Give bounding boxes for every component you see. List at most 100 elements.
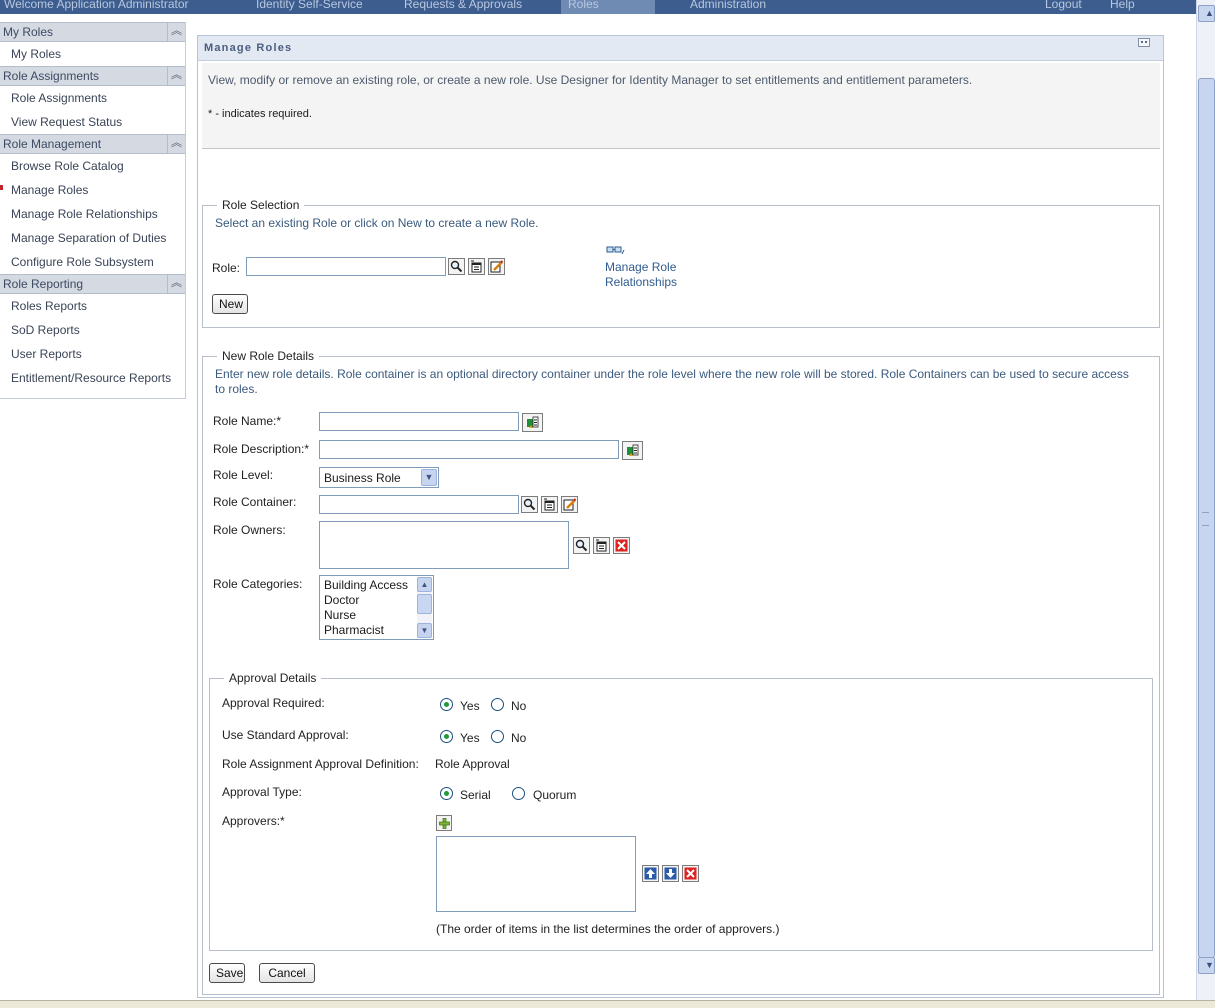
localize-icon: [627, 444, 639, 456]
page-vertical-scrollbar[interactable]: ▲ ▼: [1196, 0, 1215, 1000]
role-owners-label: Role Owners:: [213, 523, 286, 537]
collapse-icon[interactable]: ︽: [167, 22, 185, 42]
approval-required-no-label: No: [511, 699, 527, 713]
arrow-down-icon: [664, 867, 677, 880]
tab-administration[interactable]: Administration: [690, 0, 766, 11]
role-name-localize-button[interactable]: [522, 413, 543, 432]
tab-roles[interactable]: Roles: [568, 0, 599, 11]
approval-required-no-radio[interactable]: [491, 698, 504, 711]
logout-link[interactable]: Logout: [1045, 0, 1082, 11]
new-button[interactable]: New: [212, 294, 248, 314]
remove-approver-button[interactable]: [682, 865, 699, 882]
sidebar-item-entitlement-resource-reports[interactable]: Entitlement/Resource Reports: [0, 366, 185, 390]
scroll-down-button[interactable]: ▼: [1198, 957, 1215, 974]
owners-remove-button[interactable]: [613, 537, 630, 554]
role-history-button[interactable]: [468, 258, 485, 275]
nav-section-role-assignments[interactable]: Role Assignments ︽: [0, 66, 185, 86]
portlet-title-bar: Manage Roles: [198, 36, 1163, 61]
magnifier-icon: [523, 498, 536, 511]
role-level-label: Role Level:: [213, 468, 274, 482]
sidebar-item-sod-reports[interactable]: SoD Reports: [0, 318, 185, 342]
sidebar-item-manage-separation-of-duties[interactable]: Manage Separation of Duties: [0, 226, 185, 250]
sidebar-item-manage-roles[interactable]: Manage Roles: [0, 178, 185, 202]
tab-requests-approvals[interactable]: Requests & Approvals: [404, 0, 522, 11]
magnifier-icon: [450, 260, 463, 273]
approval-required-yes-radio[interactable]: [440, 698, 453, 711]
approval-type-serial-label: Serial: [460, 788, 491, 802]
scroll-up-button[interactable]: ▲: [1198, 5, 1215, 22]
nav-section-role-management[interactable]: Role Management ︽: [0, 134, 185, 154]
top-navigation-bar: Welcome Application Administrator Identi…: [0, 0, 1196, 14]
new-role-details-legend: New Role Details: [217, 349, 320, 363]
nav-section-my-roles[interactable]: My Roles ︽: [0, 22, 185, 42]
portlet-menu-icon[interactable]: [1138, 38, 1150, 47]
arrow-up-icon: [644, 867, 657, 880]
container-history-button[interactable]: [541, 496, 558, 513]
manage-role-relationships-link[interactable]: Manage Role Relationships: [605, 260, 677, 290]
link-line-2: Relationships: [605, 275, 678, 289]
role-description-localize-button[interactable]: [622, 441, 643, 460]
role-description-input[interactable]: [319, 440, 619, 459]
edit-pencil-icon: [490, 260, 503, 273]
nav-section-title: Role Assignments: [3, 69, 100, 83]
nav-section-role-reporting[interactable]: Role Reporting ︽: [0, 274, 185, 294]
collapse-icon[interactable]: ︽: [167, 274, 185, 294]
sidebar-item-user-reports[interactable]: User Reports: [0, 342, 185, 366]
role-container-input[interactable]: [319, 495, 519, 514]
left-navigation: My Roles ︽ My Roles Role Assignments ︽ R…: [0, 22, 186, 399]
cancel-button[interactable]: Cancel: [259, 963, 315, 983]
standard-approval-no-radio[interactable]: [491, 730, 504, 743]
sidebar-item-browse-role-catalog[interactable]: Browse Role Catalog: [0, 154, 185, 178]
sidebar-item-configure-role-subsystem[interactable]: Configure Role Subsystem: [0, 250, 185, 274]
intro-panel: View, modify or remove an existing role,…: [202, 63, 1160, 149]
new-role-hint: Enter new role details. Role container i…: [215, 367, 1129, 396]
role-name-input[interactable]: [319, 412, 519, 431]
owners-history-button[interactable]: [593, 537, 610, 554]
plus-icon: [438, 817, 450, 829]
approval-type-label: Approval Type:: [222, 785, 302, 799]
container-reset-button[interactable]: [561, 496, 578, 513]
approvers-list[interactable]: [436, 836, 636, 912]
collapse-icon[interactable]: ︽: [167, 134, 185, 154]
chevron-down-icon[interactable]: ▼: [421, 469, 437, 486]
tab-identity-self-service[interactable]: Identity Self-Service: [256, 0, 363, 11]
role-label: Role:: [212, 261, 241, 275]
manage-roles-portlet: Manage Roles View, modify or remove an e…: [197, 35, 1164, 998]
magnifier-icon: [575, 539, 588, 552]
move-approver-up-button[interactable]: [642, 865, 659, 882]
standard-approval-no-label: No: [511, 731, 527, 745]
role-reset-button[interactable]: [488, 258, 505, 275]
welcome-text: Welcome Application Administrator: [4, 0, 189, 11]
sidebar-item-roles-reports[interactable]: Roles Reports: [0, 294, 185, 318]
status-bar: [0, 1000, 1215, 1008]
sidebar-item-manage-role-relationships[interactable]: Manage Role Relationships: [0, 202, 185, 226]
container-lookup-button[interactable]: [521, 496, 538, 513]
role-categories-list[interactable]: Building Access Doctor Nurse Pharmacist …: [319, 575, 434, 640]
standard-approval-yes-radio[interactable]: [440, 730, 453, 743]
move-approver-down-button[interactable]: [662, 865, 679, 882]
collapse-icon[interactable]: ︽: [167, 66, 185, 86]
add-approver-button[interactable]: [436, 815, 452, 831]
standard-approval-yes-label: Yes: [460, 731, 480, 745]
role-name-label: Role Name:*: [213, 414, 282, 428]
role-level-select[interactable]: Business Role ▼: [319, 467, 439, 488]
chevron-down-icon[interactable]: ▼: [417, 623, 432, 638]
chevron-up-icon[interactable]: ▲: [417, 577, 432, 592]
role-owners-list[interactable]: [319, 521, 569, 569]
role-container-label: Role Container:: [213, 495, 297, 509]
sidebar-item-my-roles[interactable]: My Roles: [0, 42, 185, 66]
role-lookup-button[interactable]: [448, 258, 465, 275]
sidebar-item-role-assignments[interactable]: Role Assignments: [0, 86, 185, 110]
new-role-details-group: New Role Details Enter new role details.…: [202, 349, 1160, 995]
owners-lookup-button[interactable]: [573, 537, 590, 554]
categories-scrollbar[interactable]: ▲ ▼: [417, 577, 432, 638]
history-list-icon: [544, 498, 555, 511]
save-button[interactable]: Save: [209, 963, 245, 983]
approval-type-quorum-radio[interactable]: [512, 787, 525, 800]
help-link[interactable]: Help: [1110, 0, 1135, 11]
role-input[interactable]: [246, 257, 446, 276]
categories-scroll-thumb[interactable]: [417, 594, 432, 614]
approval-definition-value: Role Approval: [435, 757, 510, 771]
approval-type-serial-radio[interactable]: [440, 787, 453, 800]
sidebar-item-view-request-status[interactable]: View Request Status: [0, 110, 185, 134]
